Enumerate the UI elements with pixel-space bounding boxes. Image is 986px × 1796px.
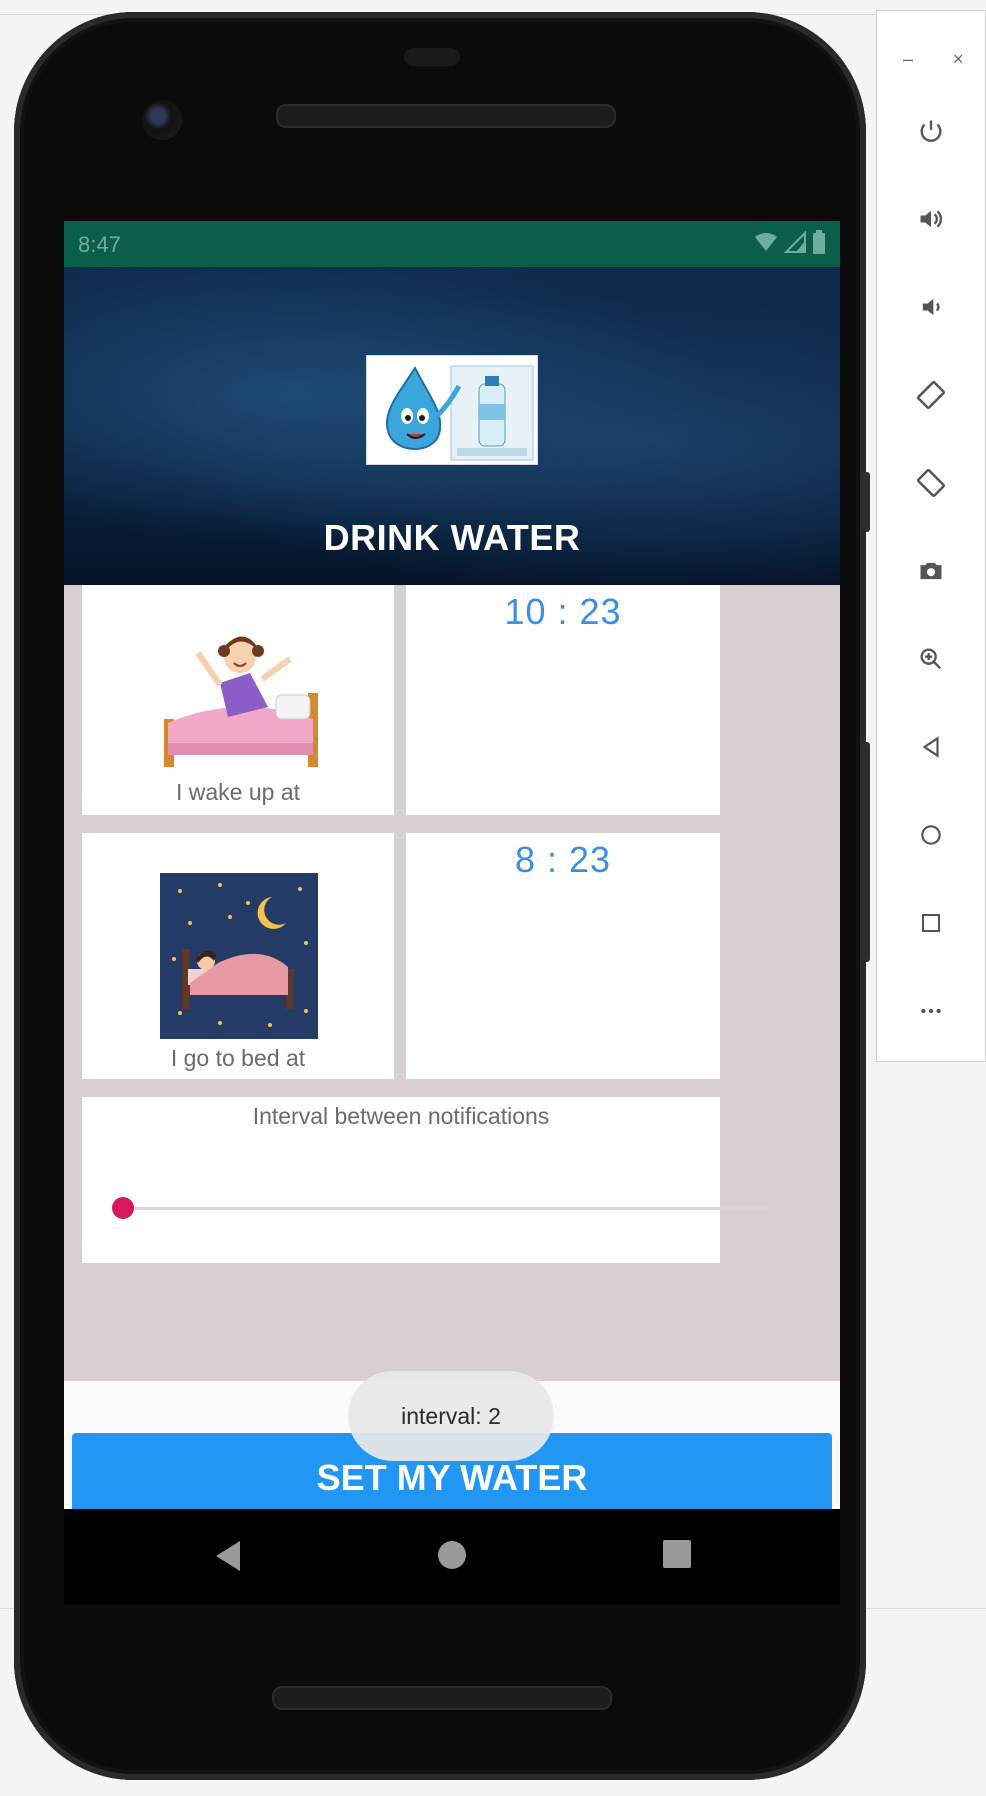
overview-icon[interactable]: [907, 899, 955, 947]
close-button[interactable]: ×: [953, 49, 964, 70]
interval-label: Interval between notifications: [252, 1103, 550, 1129]
nav-overview-icon[interactable]: [662, 1539, 692, 1569]
sleep-time[interactable]: 8 : 23: [406, 839, 720, 881]
settings-content: I wake up at 10 : 23 I go to bed at 8: …: [64, 585, 840, 1381]
volume-down-icon[interactable]: [907, 283, 955, 331]
phone-side-button: [862, 472, 870, 532]
interval-slider-thumb[interactable]: [112, 1197, 134, 1219]
wake-time[interactable]: 10 : 23: [406, 591, 720, 633]
minimize-button[interactable]: –: [903, 49, 913, 70]
water-drop-mascot-logo: [366, 355, 538, 465]
phone-volume-button: [862, 742, 870, 962]
bottom-speaker: [272, 1686, 612, 1710]
wake-time-card[interactable]: 10 : 23: [406, 585, 720, 815]
camera-icon[interactable]: [907, 547, 955, 595]
girl-waking-in-bed-illustration: [164, 636, 318, 767]
interval-slider-track[interactable]: [118, 1207, 768, 1210]
nav-back-icon[interactable]: [212, 1539, 242, 1573]
nav-home-icon[interactable]: [436, 1539, 468, 1571]
volume-up-icon[interactable]: [907, 195, 955, 243]
back-icon[interactable]: [907, 723, 955, 771]
sleep-image-card: I go to bed at: [82, 833, 394, 1079]
sleeping-at-night-illustration: [160, 873, 318, 1039]
wifi-icon: [755, 232, 777, 251]
app-title: DRINK WATER: [323, 517, 581, 558]
app-header: DRINK WATER: [64, 267, 840, 585]
front-camera-icon: [142, 100, 182, 140]
rotate-left-icon[interactable]: [907, 371, 955, 419]
sleep-label: I go to bed at: [170, 1045, 306, 1071]
status-bar: 8:47: [64, 221, 840, 267]
interval-card: Interval between notifications: [82, 1097, 768, 1263]
navigation-bar: [64, 1509, 840, 1605]
power-icon[interactable]: [907, 107, 955, 155]
phone-frame: 8:47 DRINK WATER I wake up at 10: 23 I …: [14, 12, 870, 1780]
emulator-toolbar: – ×: [876, 10, 986, 1062]
home-icon[interactable]: [907, 811, 955, 859]
more-icon[interactable]: [907, 987, 955, 1035]
phone-screen: 8:47 DRINK WATER I wake up at 10: 23 I …: [64, 221, 840, 1509]
wake-label: I wake up at: [175, 779, 301, 805]
wake-image-card: I wake up at: [82, 585, 394, 815]
earpiece-speaker: [276, 104, 616, 128]
status-time: 8:47: [78, 232, 121, 257]
sleep-time-card[interactable]: 8 : 23: [406, 833, 720, 1079]
interval-toast: interval: 2: [348, 1371, 554, 1461]
proximity-sensor: [404, 48, 460, 66]
rotate-right-icon[interactable]: [907, 459, 955, 507]
battery-icon: [813, 230, 825, 254]
signal-icon: [784, 231, 806, 253]
zoom-icon[interactable]: [907, 635, 955, 683]
